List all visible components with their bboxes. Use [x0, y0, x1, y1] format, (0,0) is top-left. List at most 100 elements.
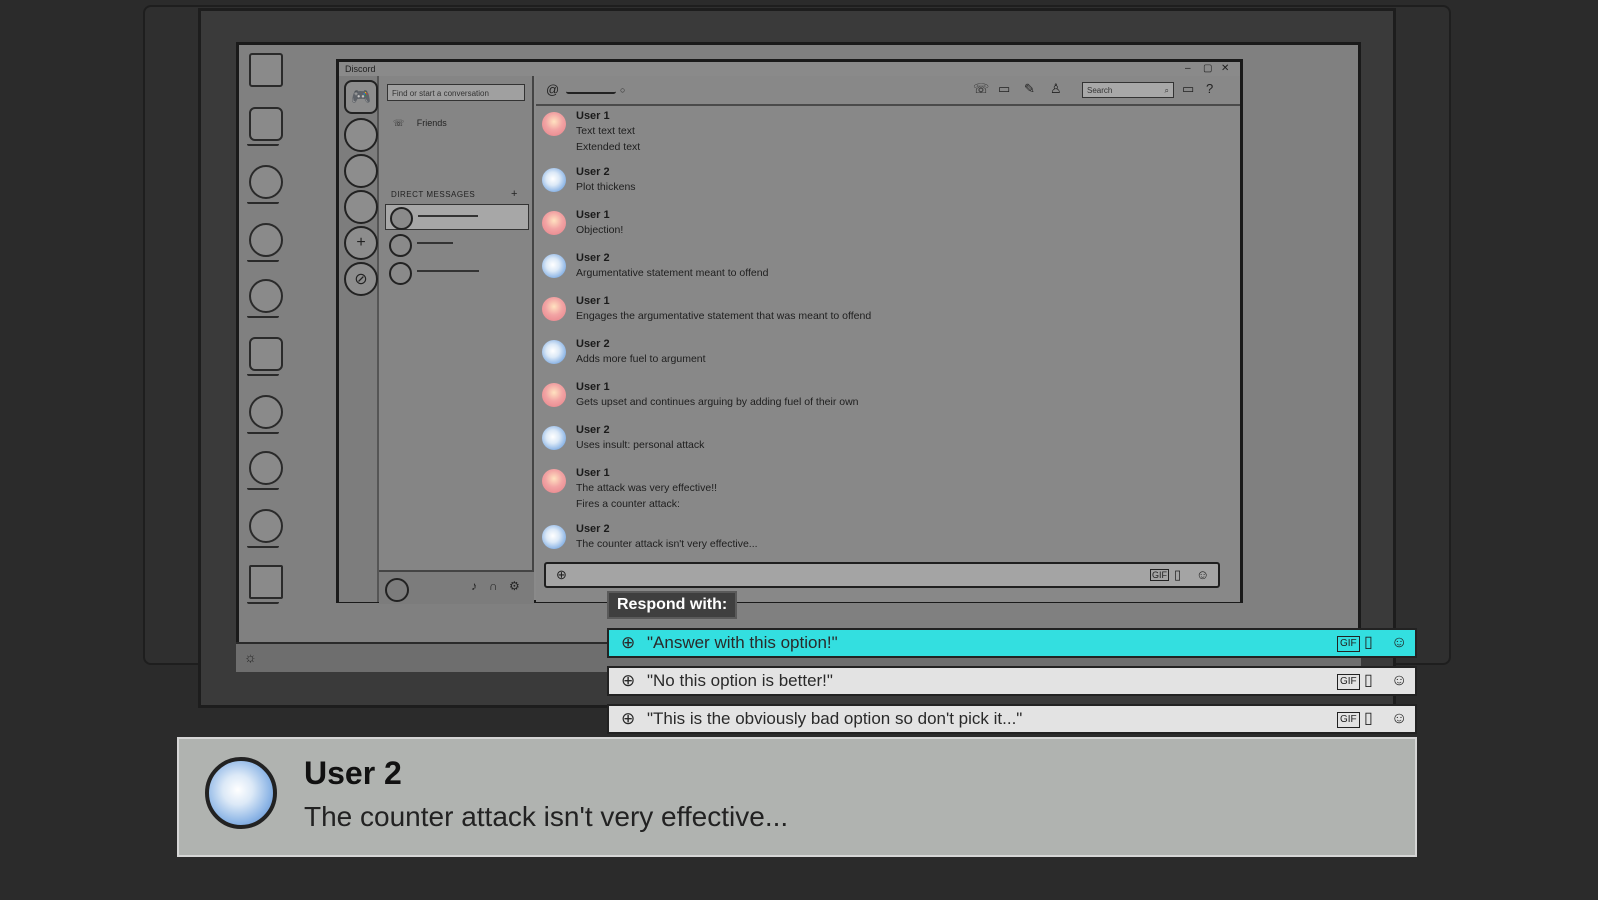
avatar[interactable]: [542, 340, 566, 364]
message-username[interactable]: User 2: [576, 338, 610, 350]
message-text: Engages the argumentative statement that…: [576, 310, 872, 322]
desktop-icon-label: [247, 485, 279, 490]
message-username[interactable]: User 1: [576, 295, 610, 307]
help-icon[interactable]: ?: [1206, 81, 1213, 96]
avatar[interactable]: [542, 112, 566, 136]
weather-icon[interactable]: ☼: [244, 649, 257, 665]
message-username[interactable]: User 2: [576, 166, 610, 178]
desktop-icon-label: [247, 141, 279, 146]
message-username[interactable]: User 1: [576, 110, 610, 122]
chat-search-input[interactable]: Search ⌕: [1082, 82, 1174, 98]
server-icon[interactable]: [344, 154, 378, 188]
response-option-text: "No this option is better!": [647, 671, 833, 690]
avatar[interactable]: [542, 211, 566, 235]
call-icon[interactable]: ☏: [973, 81, 989, 97]
game-app-icon[interactable]: [249, 279, 283, 313]
response-option[interactable]: ⊕ "Answer with this option!" GIF ▯ ☺: [607, 628, 1417, 658]
attach-plus-icon: ⊕: [621, 633, 636, 652]
add-friend-icon[interactable]: ♙: [1050, 81, 1062, 97]
dm-name-scribble: [418, 215, 478, 217]
avatar[interactable]: [542, 383, 566, 407]
video-icon[interactable]: ▭: [998, 81, 1010, 97]
message-text: The counter attack isn't very effective.…: [576, 538, 758, 550]
home-controller-icon[interactable]: 🎮: [344, 80, 378, 114]
message-username[interactable]: User 1: [576, 467, 610, 479]
settings-gear-icon[interactable]: ⚙: [509, 579, 520, 593]
add-server-icon[interactable]: +: [344, 226, 378, 260]
maximize-button[interactable]: ▢: [1203, 62, 1212, 76]
sticker-icon: ▯: [1364, 634, 1373, 651]
attach-plus-icon[interactable]: ⊕: [556, 567, 567, 583]
avatar: [390, 207, 413, 230]
chat-header: @ ○ ☏ ▭ ✎ ♙ Search ⌕ ▭ ?: [536, 76, 1240, 106]
message-text: Adds more fuel to argument: [576, 353, 706, 365]
channel-name-scribble: [566, 89, 616, 94]
message-text: Text text text: [576, 125, 635, 137]
dm-list-item[interactable]: [385, 260, 527, 285]
sticker-icon[interactable]: ▯: [1174, 567, 1181, 583]
friends-label: Friends: [416, 118, 447, 128]
add-dm-button[interactable]: +: [511, 188, 517, 200]
message-text: Fires a counter attack:: [576, 498, 680, 510]
microphone-icon[interactable]: ♪: [471, 579, 477, 593]
emoji-icon[interactable]: ☺: [1196, 567, 1209, 582]
message-username[interactable]: User 2: [576, 523, 610, 535]
avatar[interactable]: [542, 426, 566, 450]
friends-nav-item[interactable]: ☏ Friends: [393, 118, 447, 129]
media-app-icon[interactable]: [249, 395, 283, 429]
speaker-avatar: [205, 757, 277, 829]
explore-compass-icon[interactable]: ⊘: [344, 262, 378, 296]
message-username[interactable]: User 1: [576, 381, 610, 393]
attach-plus-icon: ⊕: [621, 709, 636, 728]
recycle-bin-icon[interactable]: [249, 53, 283, 87]
avatar[interactable]: [542, 168, 566, 192]
emoji-icon: ☺: [1391, 672, 1408, 689]
close-button[interactable]: ✕: [1221, 62, 1229, 76]
clock-app-icon[interactable]: [249, 509, 283, 543]
headphones-icon[interactable]: ∩: [489, 579, 498, 593]
dm-list-item-active[interactable]: [385, 204, 529, 230]
gif-icon[interactable]: GIF: [1150, 569, 1169, 581]
dm-name-scribble: [417, 270, 479, 272]
avatar[interactable]: [542, 297, 566, 321]
message-text: Gets upset and continues arguing by addi…: [576, 396, 859, 408]
message-username[interactable]: User 1: [576, 209, 610, 221]
folder-icon[interactable]: [249, 337, 283, 371]
gif-icon: GIF: [1337, 712, 1360, 728]
direct-messages-header: DIRECT MESSAGES: [391, 190, 476, 199]
message-username[interactable]: User 2: [576, 424, 610, 436]
browser-icon[interactable]: [249, 223, 283, 257]
response-option-text: "Answer with this option!": [647, 633, 838, 652]
response-option-text: "This is the obviously bad option so don…: [647, 709, 1023, 728]
at-icon: @: [546, 82, 560, 97]
desktop-icon-label: [247, 543, 279, 548]
conversation-search-input[interactable]: Find or start a conversation: [387, 84, 525, 101]
inbox-icon[interactable]: ▭: [1182, 81, 1194, 97]
server-icon[interactable]: [344, 190, 378, 224]
desktop-app-icon[interactable]: [249, 165, 283, 199]
message-username[interactable]: User 2: [576, 252, 610, 264]
direct-message-panel: Find or start a conversation ☏ Friends D…: [379, 76, 534, 604]
pin-icon[interactable]: ✎: [1024, 81, 1035, 97]
desktop-app-icon[interactable]: [249, 451, 283, 485]
server-rail: 🎮 + ⊘: [339, 76, 379, 602]
avatar: [389, 262, 412, 285]
desktop-icon-label: [247, 429, 279, 434]
status-dot-icon: ○: [620, 85, 626, 95]
response-option[interactable]: ⊕ "No this option is better!" GIF ▯ ☺: [607, 666, 1417, 696]
message-input[interactable]: ⊕ GIF ▯ ☺: [544, 562, 1220, 588]
response-option[interactable]: ⊕ "This is the obviously bad option so do…: [607, 704, 1417, 734]
respond-with-label: Respond with:: [607, 591, 738, 619]
desktop-app-icon[interactable]: [249, 107, 283, 141]
file-icon[interactable]: [249, 565, 283, 599]
server-icon[interactable]: [344, 118, 378, 152]
speaker-name: User 2: [304, 755, 402, 791]
avatar[interactable]: [542, 525, 566, 549]
avatar[interactable]: [542, 254, 566, 278]
avatar[interactable]: [542, 469, 566, 493]
avatar[interactable]: [385, 578, 409, 602]
message-text: Uses insult: personal attack: [576, 439, 705, 451]
message-text: Extended text: [576, 141, 641, 153]
minimize-button[interactable]: –: [1185, 62, 1191, 76]
dm-list-item[interactable]: [385, 232, 527, 257]
